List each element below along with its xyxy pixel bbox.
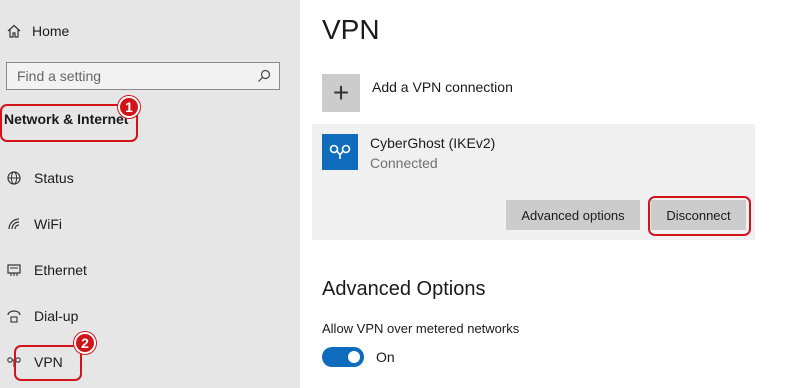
add-vpn-label[interactable]: Add a VPN connection [372, 79, 513, 95]
sidebar-item-status[interactable]: Status [6, 167, 74, 189]
search-input[interactable] [15, 67, 257, 85]
wifi-icon [8, 218, 20, 230]
search-icon[interactable] [257, 69, 271, 83]
vpn-item-highlight [14, 345, 82, 381]
sidebar-item-label: Ethernet [34, 262, 87, 278]
home-label: Home [32, 23, 70, 39]
add-vpn-connection[interactable]: + Add a VPN connection [322, 74, 513, 112]
section-title-highlight [0, 104, 138, 142]
sidebar-item-wifi[interactable]: WiFi [6, 213, 62, 235]
plus-icon[interactable]: + [322, 74, 360, 112]
metered-networks-label: Allow VPN over metered networks [322, 321, 520, 336]
sidebar-item-dialup[interactable]: Dial-up [6, 305, 78, 327]
disconnect-highlight [648, 196, 751, 236]
sidebar-item-label: WiFi [34, 216, 62, 232]
vpn-connection-name: CyberGhost (IKEv2) [370, 135, 496, 151]
advanced-options-heading: Advanced Options [322, 278, 486, 300]
vpn-connection-status: Connected [370, 155, 438, 171]
page-title: VPN [322, 14, 380, 45]
settings-sidebar: Home Network & Internet Status WiFi Ethe… [0, 0, 300, 388]
vpn-connection-icon [322, 134, 358, 170]
sidebar-item-label: Status [34, 170, 74, 186]
cyberghost-logo-icon [329, 144, 351, 159]
home-nav-item[interactable]: Home [6, 20, 69, 42]
dialup-icon [7, 310, 21, 323]
step-badge-2: 2 [74, 332, 96, 354]
globe-icon [7, 171, 21, 185]
toggle-state-label: On [376, 349, 395, 365]
sidebar-item-ethernet[interactable]: Ethernet [6, 259, 87, 281]
search-field[interactable] [6, 62, 280, 90]
step-badge-1: 1 [118, 96, 140, 118]
sidebar-item-label: Dial-up [34, 308, 79, 324]
metered-toggle-row: On [322, 347, 395, 367]
advanced-options-button[interactable]: Advanced options [506, 200, 640, 230]
metered-networks-toggle[interactable] [322, 347, 364, 367]
vpn-connection-card[interactable]: CyberGhost (IKEv2) Connected Advanced op… [312, 124, 755, 240]
home-icon [7, 24, 21, 38]
ethernet-icon [7, 264, 21, 276]
